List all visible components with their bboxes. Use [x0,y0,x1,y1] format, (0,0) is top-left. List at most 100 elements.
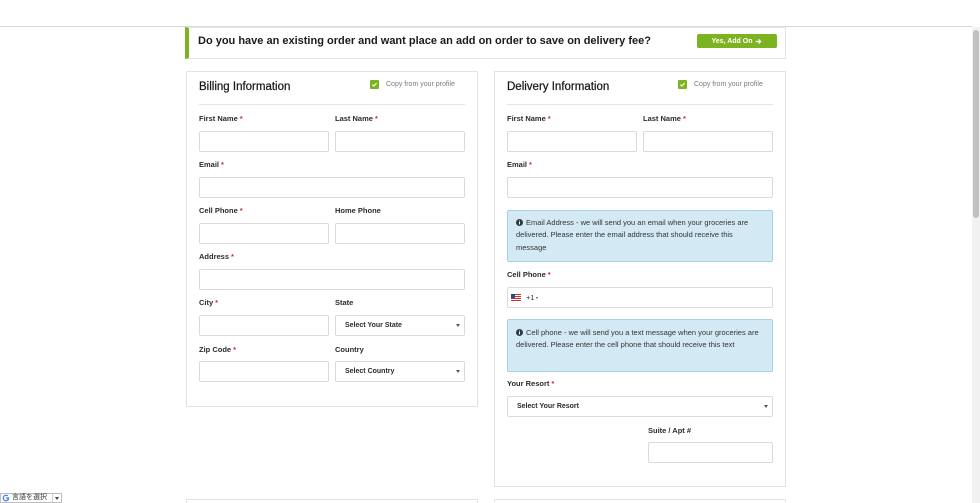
field-label-text: Suite / Apt # [648,426,692,435]
required-asterisk: * [239,114,243,123]
billing-first-name-label: First Name * [199,114,243,124]
billing-address-label: Address * [199,252,234,262]
billing-city-input[interactable] [199,315,329,336]
language-selector[interactable]: 言語を選択 [0,493,62,503]
field-label-text: Last Name [643,114,681,123]
next-section-panel-left [186,499,478,503]
billing-copy-label: Copy from your profile [386,80,455,88]
billing-home-phone-label: Home Phone [335,206,381,216]
delivery-copy-checkbox[interactable] [678,80,687,89]
info-circle-icon [516,219,523,226]
field-label-text: Email [199,160,220,169]
delivery-information-title: Delivery Information [507,81,610,93]
required-asterisk: * [215,298,219,307]
billing-copy-from-profile[interactable]: Copy from your profile [370,79,455,90]
field-label-text: Home Phone [335,206,381,215]
required-asterisk: * [233,345,237,354]
field-label-text: Country [335,345,364,354]
field-label-text: Cell Phone [199,206,238,215]
delivery-title-divider [507,104,773,105]
delivery-resort-label: Your Resort * [507,379,554,389]
billing-zip-code-input[interactable] [199,361,329,382]
billing-state-selected: Select Your State [345,322,402,329]
cell-phone-info-text: Cell phone - we will send you a text mes… [516,328,759,350]
billing-cell-phone-label: Cell Phone * [199,206,243,216]
delivery-cell-phone-field: +1 [507,287,773,308]
add-on-order-banner: Do you have an existing order and want p… [185,27,786,59]
billing-email-label: Email * [199,160,224,170]
chevron-down-icon [456,324,460,327]
delivery-suite-apt-input[interactable] [648,442,773,463]
required-asterisk: * [374,114,378,123]
billing-cell-phone-input[interactable] [199,223,329,244]
delivery-last-name-label: Last Name * [643,114,686,124]
delivery-first-name-input[interactable] [507,131,637,152]
field-label-text: Cell Phone [507,270,546,279]
chevron-down-icon [536,297,538,299]
chevron-down-icon [764,405,768,408]
delivery-last-name-input[interactable] [643,131,773,152]
delivery-email-input[interactable] [507,177,773,198]
field-label-text: Your Resort [507,379,550,388]
billing-copy-checkbox[interactable] [370,80,379,89]
delivery-cell-phone-input[interactable] [548,288,772,307]
info-circle-icon [516,329,523,336]
billing-first-name-input[interactable] [199,131,329,152]
required-asterisk: * [231,252,234,261]
field-label-text: Last Name [335,114,373,123]
billing-title-divider [199,104,465,105]
delivery-resort-select[interactable]: Select Your Resort [507,396,773,417]
field-label-text: Zip Code [199,345,232,354]
required-asterisk: * [529,160,532,169]
delivery-first-name-label: First Name * [507,114,551,124]
delivery-copy-label: Copy from your profile [694,80,763,88]
checkmark-icon [372,82,378,87]
billing-last-name-input[interactable] [335,131,465,152]
billing-country-selected: Select Country [345,368,395,375]
language-selector-label: 言語を選択 [12,494,47,501]
billing-address-input[interactable] [199,269,465,290]
phone-country-selector[interactable]: +1 [508,288,544,307]
field-label-text: First Name [199,114,238,123]
billing-country-label: Country [335,345,364,355]
required-asterisk: * [547,270,551,279]
field-label-text: First Name [507,114,546,123]
billing-information-panel: Billing Information Copy from your profi… [186,71,478,407]
required-asterisk: * [682,114,686,123]
billing-information-title: Billing Information [199,81,291,93]
field-label-text: Email [507,160,528,169]
add-on-order-prompt: Do you have an existing order and want p… [198,35,651,47]
required-asterisk: * [551,379,555,388]
dropdown-triangle-icon [55,497,59,500]
delivery-email-label: Email * [507,160,532,170]
billing-email-input[interactable] [199,177,465,198]
field-label-text: State [335,298,354,307]
delivery-copy-from-profile[interactable]: Copy from your profile [678,79,763,90]
billing-home-phone-input[interactable] [335,223,465,244]
email-info-alert: Email Address - we will send you an emai… [507,210,773,262]
chevron-down-icon [456,370,460,373]
yes-add-on-button[interactable]: Yes, Add On [697,34,777,48]
phone-dial-code: +1 [526,293,535,302]
us-flag-icon [511,294,521,301]
billing-city-label: City * [199,298,218,308]
delivery-suite-apt-label: Suite / Apt # [648,426,691,436]
checkmark-icon [680,82,686,87]
billing-country-select[interactable]: Select Country [335,361,465,382]
delivery-resort-selected: Select Your Resort [517,403,579,410]
billing-state-label: State [335,298,353,308]
arrow-right-icon [756,38,762,44]
email-info-text: Email Address - we will send you an emai… [516,218,749,252]
billing-last-name-label: Last Name * [335,114,378,124]
vertical-scrollbar[interactable] [972,27,980,503]
delivery-cell-phone-label: Cell Phone * [507,270,551,280]
required-asterisk: * [239,206,243,215]
billing-state-select[interactable]: Select Your State [335,315,465,336]
language-dropdown-toggle[interactable] [52,494,61,502]
billing-zip-code-label: Zip Code * [199,345,236,355]
delivery-information-panel: Delivery Information Copy from your prof… [494,71,786,487]
cell-phone-info-alert: Cell phone - we will send you a text mes… [507,319,773,372]
required-asterisk: * [221,160,224,169]
required-asterisk: * [547,114,551,123]
scrollbar-thumb[interactable] [973,30,979,218]
